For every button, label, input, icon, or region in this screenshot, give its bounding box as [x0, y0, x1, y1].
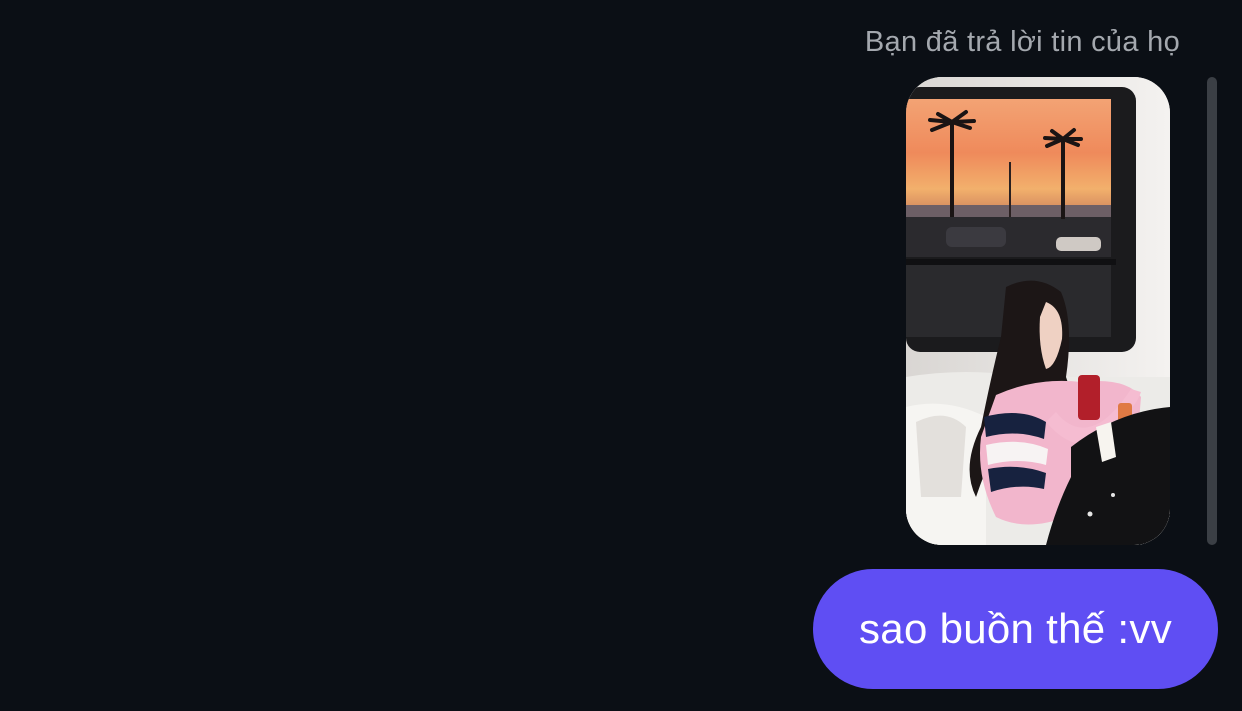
sent-message-bubble[interactable]: sao buồn thế :vv — [813, 569, 1218, 689]
chat-screen: Bạn đã trả lời tin của họ sao buồn thế:… — [0, 0, 1242, 711]
reply-indicator-bar — [1207, 77, 1217, 545]
reply-context-caption: Bạn đã trả lời tin của họ — [864, 26, 1180, 58]
story-photo-illustration — [906, 77, 1170, 545]
replied-story-image[interactable] — [906, 77, 1170, 545]
